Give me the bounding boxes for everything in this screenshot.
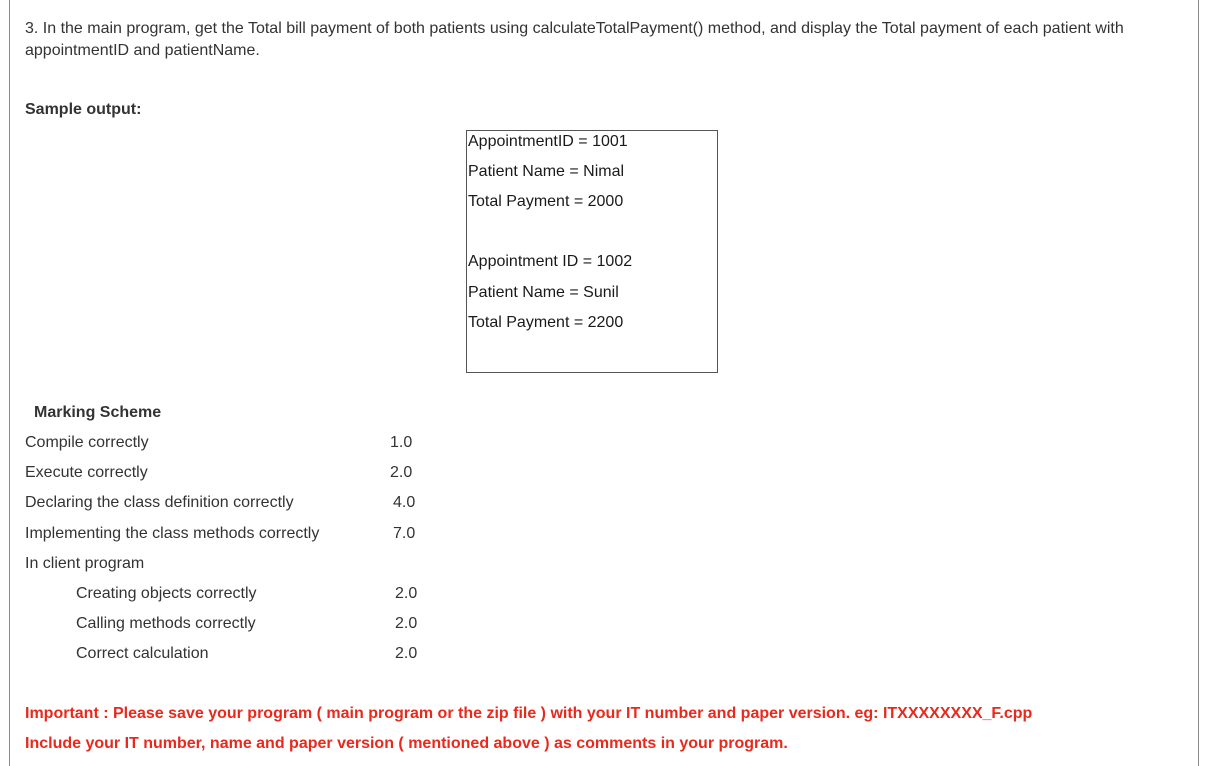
marking-item-creating-objects: Creating objects correctly [76,585,257,602]
marking-mark-correct-calculation: 2.0 [395,645,418,662]
output-line-appointment-id-2: Appointment ID = 1002 [468,253,633,270]
important-note-comments: Include your IT number, name and paper v… [25,735,788,752]
sample-output-box: AppointmentID = 1001 Patient Name = Nima… [466,130,718,373]
marking-item-client-program: In client program [25,555,145,572]
output-line-patient-name-2: Patient Name = Sunil [468,284,619,301]
marking-item-execute: Execute correctly [25,464,148,481]
marking-mark-class-definition: 4.0 [393,494,416,511]
sample-output-heading: Sample output: [25,101,142,118]
marking-item-class-methods: Implementing the class methods correctly [25,525,320,542]
output-line-total-payment-2: Total Payment = 2200 [468,314,624,331]
marking-mark-class-methods: 7.0 [393,525,416,542]
marking-item-calling-methods: Calling methods correctly [76,615,256,632]
marking-mark-execute: 2.0 [390,464,413,481]
marking-mark-compile: 1.0 [390,434,413,451]
marking-item-correct-calculation: Correct calculation [76,645,209,662]
important-note-save: Important : Please save your program ( m… [25,705,1033,722]
marking-mark-calling-methods: 2.0 [395,615,418,632]
marking-scheme-heading: Marking Scheme [34,404,162,421]
output-line-total-payment-1: Total Payment = 2000 [468,193,624,210]
marking-mark-creating-objects: 2.0 [395,585,418,602]
marking-item-class-definition: Declaring the class definition correctly [25,494,294,511]
question-text: 3. In the main program, get the Total bi… [25,20,1124,59]
output-line-patient-name-1: Patient Name = Nimal [468,163,625,180]
marking-item-compile: Compile correctly [25,434,149,451]
output-line-appointment-id-1: AppointmentID = 1001 [468,133,628,150]
